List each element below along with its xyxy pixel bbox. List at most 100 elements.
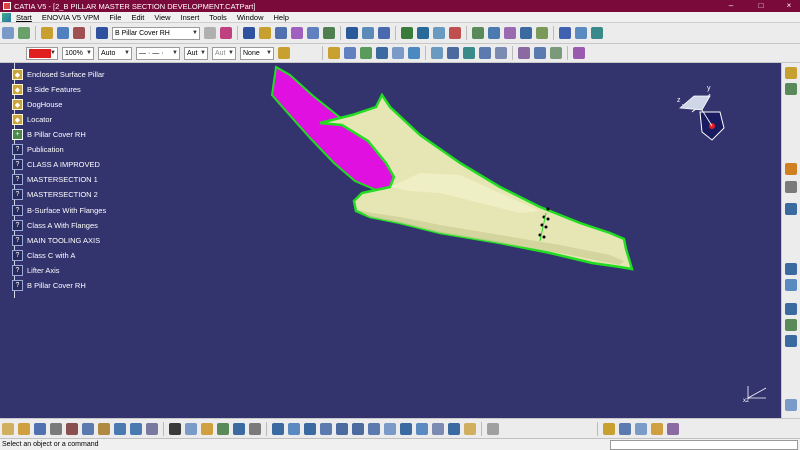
rotate-icon[interactable] <box>504 27 516 39</box>
3d-viewport[interactable] <box>0 63 781 418</box>
view-icon[interactable] <box>635 422 647 435</box>
tree-item[interactable]: ? MASTERSECTION 2 <box>12 188 98 201</box>
open-file-icon[interactable] <box>18 422 30 435</box>
material-icon[interactable] <box>464 422 476 435</box>
catalog-icon[interactable] <box>217 422 229 435</box>
cylinder-icon[interactable] <box>291 27 303 39</box>
split-icon[interactable] <box>433 27 445 39</box>
multi-view-bottom-icon[interactable] <box>384 422 396 435</box>
copy-icon[interactable] <box>82 422 94 435</box>
search-icon[interactable] <box>534 47 546 59</box>
layer-select[interactable]: None ▼ <box>240 46 274 60</box>
connect-curve-icon[interactable] <box>463 47 475 59</box>
pan-icon[interactable] <box>304 422 316 435</box>
help-icon[interactable] <box>785 399 797 411</box>
dimension-icon[interactable] <box>785 335 797 347</box>
parallel-curve-icon[interactable] <box>408 47 420 59</box>
tree-item[interactable]: ◆ B Side Features <box>12 83 81 96</box>
measure-icon[interactable] <box>518 47 530 59</box>
symmetry-icon[interactable] <box>520 27 532 39</box>
extrapolate-icon[interactable] <box>536 27 548 39</box>
tree-item[interactable]: ? Class C with A <box>12 249 75 262</box>
tree-item[interactable]: ◆ Enclosed Surface Pillar <box>12 68 105 81</box>
spec-tree-icon[interactable] <box>550 47 562 59</box>
join-icon[interactable] <box>401 27 413 39</box>
tools-icon[interactable] <box>785 181 797 193</box>
menu-file[interactable]: File <box>104 13 126 22</box>
apply-material-icon[interactable] <box>487 422 499 435</box>
law-icon[interactable] <box>591 27 603 39</box>
b-pillar-model[interactable] <box>0 63 781 418</box>
painter-icon[interactable] <box>278 47 290 59</box>
fill-icon[interactable] <box>346 27 358 39</box>
projection-icon[interactable] <box>376 47 388 59</box>
plane-icon[interactable] <box>360 47 372 59</box>
fit-icon[interactable] <box>619 422 631 435</box>
intersection-icon[interactable] <box>392 47 404 59</box>
circle-icon[interactable] <box>431 47 443 59</box>
sketcher-icon[interactable] <box>2 27 14 39</box>
command-input[interactable] <box>610 440 798 450</box>
menu-help[interactable]: Help <box>269 13 294 22</box>
rendering-style-select[interactable]: Aut ▼ <box>212 46 236 60</box>
tree-item[interactable]: ? CLASS A IMPROVED <box>12 158 100 171</box>
helix-icon[interactable] <box>495 47 507 59</box>
point-icon[interactable] <box>328 47 340 59</box>
translate-icon[interactable] <box>488 27 500 39</box>
scan-icon[interactable] <box>220 27 232 39</box>
snap-icon[interactable] <box>785 83 797 95</box>
healing-icon[interactable] <box>417 27 429 39</box>
select-icon[interactable] <box>785 67 797 79</box>
check-icon[interactable] <box>785 303 797 315</box>
fit-all-icon[interactable] <box>288 422 300 435</box>
sphere-icon[interactable] <box>275 27 287 39</box>
geometrical-set-icon[interactable] <box>41 27 53 39</box>
print-icon[interactable] <box>50 422 62 435</box>
knowledge-icon[interactable] <box>185 422 197 435</box>
extrude-icon[interactable] <box>243 27 255 39</box>
line-type-select[interactable]: — · — · ▼ <box>136 46 180 60</box>
tree-item[interactable]: ? MASTERSECTION 1 <box>12 173 98 186</box>
workbench-icon[interactable] <box>18 27 30 39</box>
point-type-select[interactable]: Aut ▼ <box>184 46 208 60</box>
tree-item[interactable]: ? B-Surface With Flanges <box>12 204 106 217</box>
paste-icon[interactable] <box>98 422 110 435</box>
blend-icon[interactable] <box>378 27 390 39</box>
iso-view-icon[interactable] <box>400 422 412 435</box>
color-select[interactable]: ▼ <box>26 46 58 60</box>
arrow-select-icon[interactable] <box>785 163 797 175</box>
multi-view-icon[interactable] <box>785 203 797 215</box>
current-body-select[interactable]: B Pillar Cover RH ▼ <box>112 26 200 40</box>
shading-icon[interactable] <box>416 422 428 435</box>
offset-surface-icon[interactable] <box>785 279 797 291</box>
surface-icon[interactable] <box>785 263 797 275</box>
tree-item[interactable]: ? MAIN TOOLING AXIS <box>12 234 100 247</box>
transparency-select[interactable]: 100% ▼ <box>62 46 94 60</box>
save-icon[interactable] <box>34 422 46 435</box>
corner-icon[interactable] <box>447 47 459 59</box>
redo-icon[interactable] <box>130 422 142 435</box>
menu-start[interactable]: Start <box>11 13 37 22</box>
cut-icon[interactable] <box>66 422 78 435</box>
line-thickness-select[interactable]: Auto ▼ <box>98 46 132 60</box>
design-table-icon[interactable] <box>201 422 213 435</box>
sweep-icon[interactable] <box>323 27 335 39</box>
update-icon[interactable] <box>233 422 245 435</box>
multi-section-icon[interactable] <box>362 27 374 39</box>
hide-show-icon[interactable] <box>432 422 444 435</box>
fly-mode-icon[interactable] <box>272 422 284 435</box>
body-icon[interactable] <box>57 27 69 39</box>
tree-item[interactable]: ? B Pillar Cover RH <box>12 279 86 292</box>
zoom-out-icon[interactable] <box>352 422 364 435</box>
undo-icon[interactable] <box>114 422 126 435</box>
menu-tools[interactable]: Tools <box>204 13 232 22</box>
tree-item[interactable]: + B Pillar Cover RH <box>12 128 86 141</box>
edit-body-icon[interactable] <box>204 27 216 39</box>
tree-item[interactable]: ◆ Locator <box>12 113 52 126</box>
ruler-icon[interactable] <box>651 422 663 435</box>
offset-icon[interactable] <box>307 27 319 39</box>
trim-icon[interactable] <box>449 27 461 39</box>
menu-edit[interactable]: Edit <box>126 13 149 22</box>
tree-item[interactable]: ? Publication <box>12 143 64 156</box>
extract-icon[interactable] <box>559 27 571 39</box>
